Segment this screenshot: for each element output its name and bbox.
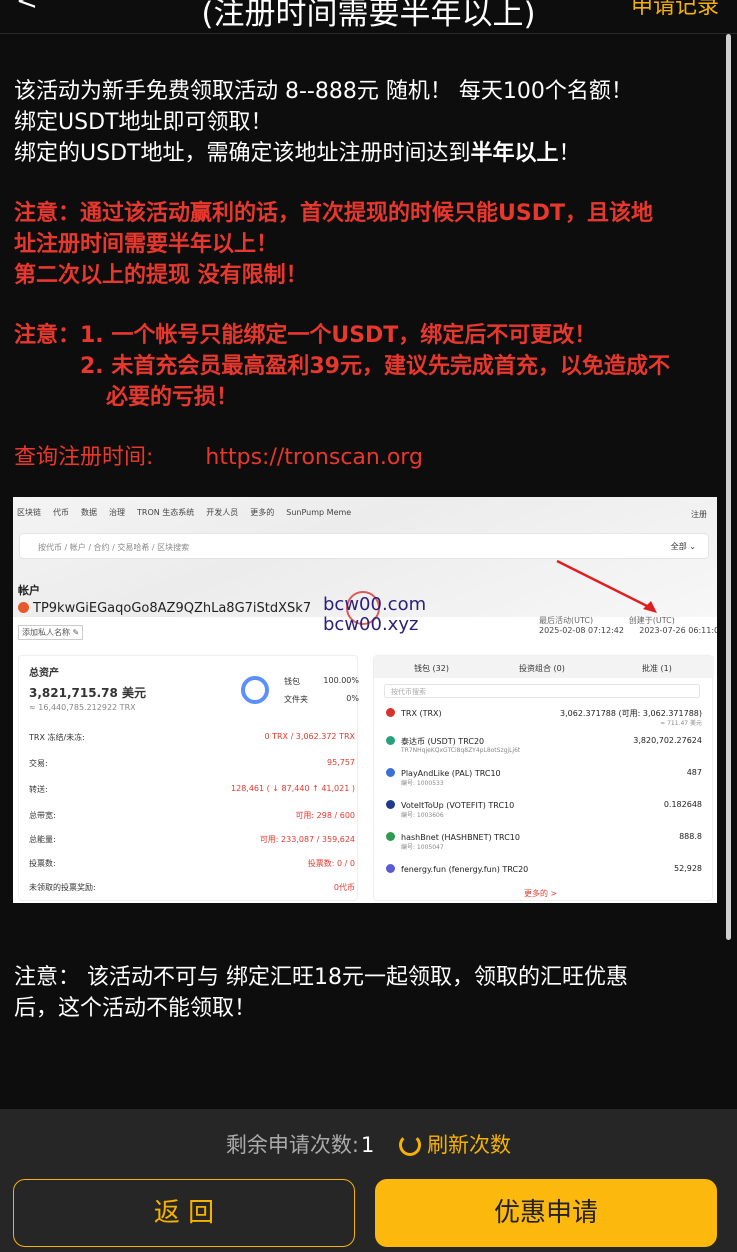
screenshot-login: 注册 [691, 510, 707, 519]
page-title: (注册时间需要半年以上) [201, 0, 536, 32]
intro-line: 该活动为新手免费领取活动 8--888元 随机！ 每天100个名额！ [14, 79, 633, 104]
rule-line-2: 2. 未首充会员最高盈利39元，建议先完成首充，以免造成不 [80, 354, 670, 379]
warning-line-3: 第二次以上的提现 没有限制！ [14, 263, 308, 288]
screenshot-address: TP9kwGiEGaqoGo8AZ9QZhLa8G7iStdXSk7 [18, 601, 311, 616]
exclusion-note: 注意： 该活动不可与 绑定汇旺18元一起领取，领取的汇旺优惠 后，这个活动不能领… [14, 965, 628, 1021]
apply-button[interactable]: 优惠申请 [375, 1179, 717, 1247]
back-button[interactable]: 返 回 [13, 1179, 355, 1247]
warning-line-1: 注意：通过该活动赢利的话，首次提现的时候只能USDT，且该地 [14, 201, 653, 226]
screenshot-account-title: 帐户 [18, 584, 40, 597]
red-arrow-icon [556, 559, 657, 613]
refresh-icon [399, 1134, 422, 1156]
rule-line-3: 必要的亏损！ [106, 385, 239, 410]
apply-record-link[interactable]: 申请记录 [631, 0, 719, 20]
requirement-line: 绑定的USDT地址，需确定该地址注册时间达到半年以上！ [14, 141, 581, 166]
rule-line-1: 注意：1. 一个帐号只能绑定一个USDT，绑定后不可更改！ [14, 323, 597, 348]
watermark: bcw00.com bcw00.xyz [323, 594, 427, 635]
time-labels: 最后活动(UTC) 创建于(UTC) [539, 616, 675, 625]
time-values: 2025-02-08 07:12:42 2023-07-26 06:11:09 [539, 626, 717, 635]
bottom-action-bar: 剩余申请次数:1 刷新次数 返 回 优惠申请 [0, 1109, 737, 1252]
screenshot-nav: 区块链 代币 数据 治理 TRON 生态系统 开发人员 更多的 SunPump Meme [17, 508, 352, 517]
screenshot-add-name: 添加私人名称 ✎ [18, 625, 84, 640]
query-line: 查询注册时间: https://tronscan.org [14, 445, 423, 470]
bind-line: 绑定USDT地址即可领取！ [14, 110, 273, 135]
remaining-count-value: 1 [361, 1133, 375, 1157]
warning-line-2: 址注册时间需要半年以上！ [14, 232, 279, 257]
refresh-button[interactable]: 刷新次数 [399, 1133, 511, 1157]
ring-chart-icon [241, 676, 269, 704]
remaining-count: 剩余申请次数:1 刷新次数 [225, 1133, 512, 1157]
wallet-card: 钱包 (32) 投资组合 (0) 批准 (1) 按代币搜索 TRX (TRX) 3… [373, 655, 714, 901]
activity-description: 该活动为新手免费领取活动 8--888元 随机！ 每天100个名额！ 绑定USD… [14, 76, 714, 473]
scrollbar[interactable] [726, 34, 731, 940]
tronscan-screenshot: 区块链 代币 数据 治理 TRON 生态系统 开发人员 更多的 SunPump Meme 注册… [13, 497, 717, 903]
screenshot-search: 按代币 / 帐户 / 合约 / 交易哈希 / 区块搜索 全部 ⌄ [19, 533, 709, 559]
assets-card: 总资产 3,821,715.78 美元 ≈ 16,440,785.212922 … [18, 655, 359, 901]
tronscan-link[interactable]: https://tronscan.org [205, 445, 423, 470]
top-bar: < (注册时间需要半年以上) 申请记录 [0, 0, 737, 34]
